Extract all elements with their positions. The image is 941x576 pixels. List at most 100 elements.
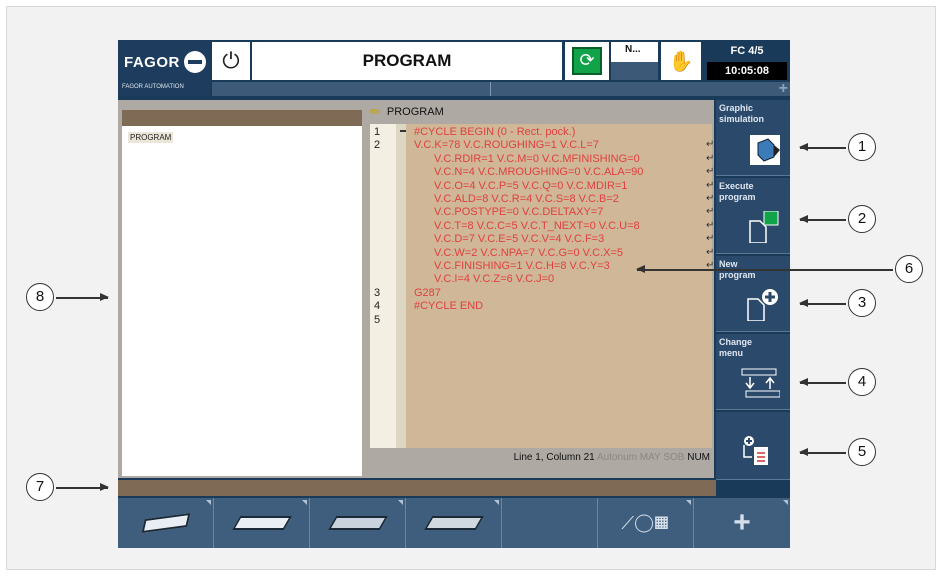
change-menu-softkey[interactable]: Change menu [716, 334, 790, 410]
line-wrap-icon: ↵ [706, 152, 715, 164]
fagor-logo-icon [184, 51, 206, 73]
sob-indicator: SOB [663, 452, 685, 463]
new-program-icon [747, 289, 778, 321]
channel-bar [611, 62, 658, 80]
code-line[interactable]: V.C.D=7 V.C.E=5 V.C.V=4 V.C.F=3 [434, 233, 604, 245]
line-wrap-icon: ↵ [706, 206, 715, 218]
code-line[interactable]: V.C.O=4 V.C.P=5 V.C.Q=0 V.C.MDIR=1 [434, 180, 627, 192]
plus-icon[interactable]: + [779, 80, 788, 98]
fagor-logo: FAGOR FAGOR AUTOMATION [118, 40, 210, 96]
execute-program-icon [749, 211, 779, 243]
channel-label: N... [625, 44, 641, 55]
softkey-label: Change [719, 337, 753, 347]
left-panel: PROGRAM [118, 100, 366, 478]
new-program-softkey[interactable]: New program [716, 256, 790, 332]
line-wrap-icon: ↵ [706, 233, 715, 245]
brand-subtitle: FAGOR AUTOMATION [122, 84, 184, 90]
power-button[interactable]: ⏻ [212, 42, 250, 80]
fold-gutter [396, 124, 406, 448]
cycle-softkey-4[interactable] [406, 498, 502, 548]
code-line[interactable]: V.C.POSTYPE=0 V.C.DELTAXY=7 [434, 206, 603, 218]
add-icon: + [733, 506, 751, 539]
line-wrap-icon: ↵ [706, 179, 715, 191]
code-line[interactable]: G287 [414, 287, 441, 299]
horizontal-softkey-bar: ⟋◯▦ + [118, 498, 790, 548]
graphic-simulation-softkey[interactable]: Graphic simulation [716, 100, 790, 176]
callout-5: 5 [848, 438, 876, 466]
callout-arrow-5 [799, 449, 846, 455]
softkey-label: simulation [719, 114, 765, 124]
geometry-softkey[interactable]: ⟋◯▦ [598, 498, 694, 548]
editor-title-text: PROGRAM [386, 106, 444, 118]
channel-indicator: N... [611, 42, 658, 80]
line-number: 1 [374, 126, 381, 138]
code-line[interactable]: V.C.K=78 V.C.ROUGHING=1 V.C.L=7 [414, 139, 599, 151]
code-line[interactable]: #CYCLE END [414, 300, 483, 312]
cycle-2-icon [231, 516, 292, 530]
callout-arrow-7 [56, 484, 109, 490]
execute-status-icon: ⟳ [572, 47, 602, 75]
power-icon: ⏻ [222, 48, 240, 73]
line-number: 4 [374, 300, 381, 313]
page-title: PROGRAM [252, 42, 562, 80]
code-line[interactable]: #CYCLE BEGIN (0 - Rect. pock.) [414, 126, 575, 138]
insert-cycle-icon [743, 436, 768, 465]
line-number: 3 [374, 286, 381, 299]
execution-indicator[interactable]: ⟳ [565, 42, 609, 80]
callout-7: 7 [26, 473, 54, 501]
brand-name: FAGOR [124, 54, 180, 71]
insert-cycle-softkey[interactable] [716, 412, 790, 480]
program-list[interactable]: PROGRAM [122, 126, 362, 476]
line-wrap-icon: ↵ [706, 166, 715, 178]
editor-status-bar: Line 1, Column 21 Autonum MAY SOB NUM [514, 452, 710, 463]
message-bar [118, 480, 716, 496]
cycle-4-icon [423, 516, 484, 530]
cycle-softkey-3[interactable] [310, 498, 406, 548]
line-number: 5 [374, 313, 381, 326]
cnc-screen: FAGOR FAGOR AUTOMATION ⏻ PROGRAM ⟳ N... … [118, 40, 790, 548]
header-divider [490, 82, 491, 96]
program-editor: ✏ PROGRAM Line 1, Column 21 Autonum MAY … [366, 100, 714, 478]
cycle-1-icon [141, 513, 190, 533]
softkey-label: menu [719, 348, 744, 358]
num-indicator: NUM [687, 452, 710, 463]
cube-icon [750, 135, 780, 165]
line-wrap-icon: ↵ [706, 219, 715, 231]
line-wrap-icon: ↵ [706, 193, 715, 204]
code-line[interactable]: V.C.N=4 V.C.MROUGHING=0 V.C.ALA=90 [434, 166, 643, 178]
code-line[interactable]: V.C.T=8 V.C.C=5 V.C.T_NEXT=0 V.C.U=8 [434, 220, 640, 232]
clock: 10:05:08 [707, 62, 787, 80]
left-panel-titlebar [122, 110, 362, 126]
callout-arrow-1 [799, 144, 846, 150]
pencil-icon: ✏ [370, 104, 381, 119]
callout-arrow-2 [799, 216, 846, 222]
callout-2: 2 [848, 205, 876, 233]
may-indicator: MAY [639, 452, 661, 463]
empty-softkey[interactable] [502, 498, 598, 548]
code-line[interactable]: V.C.RDIR=1 V.C.M=0 V.C.MFINISHING=0 [434, 153, 640, 165]
softkey-label: Execute [719, 181, 754, 191]
cycle-softkey-2[interactable] [214, 498, 310, 548]
code-line[interactable]: V.C.ALD=8 V.C.R=4 V.C.S=8 V.C.B=2 [434, 193, 619, 205]
manual-mode-button[interactable]: ✋ [661, 42, 701, 80]
callout-arrow-3 [799, 300, 846, 306]
fc-label: FC 4/5 [730, 45, 764, 57]
program-list-item[interactable]: PROGRAM [128, 132, 174, 143]
callout-6: 6 [895, 255, 923, 283]
geometry-icon: ⟋◯▦ [621, 512, 670, 533]
autonum-indicator: Autonum [596, 452, 637, 463]
change-menu-icon [741, 368, 780, 398]
line-wrap-icon: ↵ [706, 139, 715, 151]
header-strip: + [212, 80, 790, 98]
cycle-softkey-1[interactable] [118, 498, 214, 548]
code-line[interactable]: V.C.I=4 V.C.Z=6 V.C.J=0 [434, 273, 554, 285]
cursor-position: Line 1, Column 21 [513, 452, 595, 463]
callout-arrow-6 [636, 266, 893, 272]
add-softkey[interactable]: + [694, 498, 790, 548]
callout-8: 8 [26, 283, 54, 311]
code-line[interactable]: V.C.W=2 V.C.NPA=7 V.C.G=0 V.C.X=5 [434, 247, 623, 259]
line-wrap-icon: ↵ [706, 246, 715, 258]
cycle-3-icon [327, 516, 388, 530]
execute-program-softkey[interactable]: Execute program [716, 178, 790, 254]
code-line[interactable]: V.C.FINISHING=1 V.C.H=8 V.C.Y=3 [434, 260, 610, 272]
